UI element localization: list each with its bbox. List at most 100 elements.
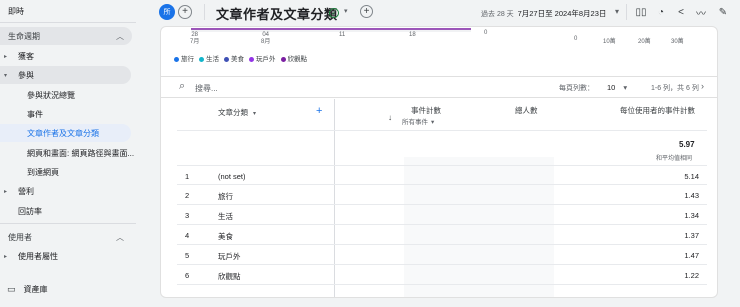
section-label: 生命週期 (8, 31, 40, 41)
legend-dot (199, 56, 204, 62)
customize-report-icon[interactable]: ▯▯ (634, 5, 648, 19)
y-zero-label: 0 (484, 30, 488, 36)
sidebar-section-lifecycle[interactable]: 生命週期 ︿ (0, 27, 132, 45)
table-row[interactable]: 4 美食 1.37 (177, 225, 707, 245)
sidebar-item-author-category[interactable]: 文章作者及文章分類 (0, 124, 131, 142)
sidebar-section-user[interactable]: 使用者 ︿ (0, 228, 132, 246)
legend-dot (249, 56, 254, 62)
bar-axis-tick: 0 (574, 36, 578, 42)
date-range: 7月27日至 2024年8月23日 (517, 9, 607, 18)
dropdown-arrow-icon: ▾ (623, 83, 628, 92)
column-header-events-per-user[interactable]: 每位使用者的事件計數 (620, 105, 695, 116)
table-row[interactable]: 2 旅行 1.43 (177, 185, 707, 205)
sidebar-item-label: 事件 (27, 109, 43, 119)
sidebar-item-label: 網頁和畫面: 網頁路徑與畫面... (27, 148, 135, 158)
divider (161, 97, 717, 98)
column-header-event-count[interactable]: 事件計數 (411, 105, 441, 116)
sidebar-item-library[interactable]: ▭ 資產庫 (0, 279, 136, 299)
row-value: 1.37 (684, 231, 699, 240)
legend-dot (224, 56, 229, 62)
caret-right-icon: ▸ (4, 53, 8, 60)
divider (626, 4, 627, 20)
add-comparison-button[interactable]: + (178, 5, 192, 19)
add-dimension-button[interactable]: + (316, 105, 322, 117)
legend-item[interactable]: 欣觀點 (280, 53, 307, 63)
search-icon[interactable]: ⌕ (179, 80, 185, 93)
sidebar-item-realtime[interactable]: 即時 (0, 2, 132, 20)
sidebar-item-landing-page[interactable]: 到達網頁 (0, 163, 132, 181)
sidebar-item-label: 回訪率 (18, 206, 42, 216)
event-filter-dropdown[interactable]: 所有事件 ▾ (402, 116, 434, 126)
sidebar-item-label: 參與 (18, 70, 34, 80)
rows-per-page-select[interactable]: 10 ▾ (607, 83, 627, 92)
line-chart-remnant (191, 28, 471, 32)
sidebar-item-events[interactable]: 事件 (0, 105, 132, 123)
row-index: 1 (185, 172, 190, 181)
chevron-right-icon[interactable]: › (701, 81, 704, 91)
chart-legend: 旅行 生活 美食 玩戶外 欣觀點 (174, 53, 307, 63)
legend-item[interactable]: 生活 (199, 53, 219, 63)
sidebar-item-label: 使用者屬性 (18, 251, 58, 261)
add-button[interactable]: + (360, 5, 373, 18)
sidebar-item-engagement[interactable]: ▾ 參與 (0, 66, 131, 84)
trend-icon[interactable]: 〰 (694, 5, 708, 20)
table-row[interactable]: 5 玩戶外 1.47 (177, 245, 707, 265)
row-value: 1.34 (684, 211, 699, 220)
bar-axis-tick: 10萬 (603, 39, 616, 45)
table-row[interactable]: 1 (not set) 5.14 (177, 165, 707, 185)
share-icon[interactable]: < (674, 5, 688, 19)
date-dropdown-icon[interactable]: ▾ (615, 7, 619, 16)
sidebar-item-monetization[interactable]: ▸ 營利 (0, 182, 132, 200)
sidebar-item-engagement-overview[interactable]: 參與狀況總覽 (0, 86, 132, 104)
column-header-total-users[interactable]: 總人數 (515, 105, 538, 116)
sidebar-item-retention[interactable]: 回訪率 (0, 202, 132, 220)
row-value: 1.47 (684, 251, 699, 260)
dropdown-arrow-icon[interactable]: ▾ (344, 7, 348, 15)
insights-icon[interactable]: ◔ (654, 5, 668, 19)
divider (177, 130, 707, 131)
date-range-label[interactable]: 過去 28 天 7月27日至 2024年8月23日 (481, 8, 606, 19)
row-value: 1.22 (684, 271, 699, 280)
x-tick-label: 28 7月 (190, 32, 200, 45)
report-card: 28 7月 04 8月 11 18 0 0 10萬 20萬 30萬 旅行 生活 美食… (160, 26, 718, 298)
check-circle-icon[interactable]: ✓ (329, 8, 339, 18)
row-index: 2 (185, 191, 190, 200)
divider (0, 223, 136, 224)
row-value: 1.43 (684, 191, 699, 200)
row-index: 5 (185, 251, 190, 260)
sort-down-arrow-icon[interactable]: ↓ (388, 113, 392, 122)
row-index: 6 (185, 271, 190, 280)
divider (204, 4, 205, 20)
edit-pencil-icon[interactable]: ✎ (716, 5, 730, 19)
row-dimension: 美食 (218, 232, 233, 241)
avatar[interactable]: 所 (159, 4, 175, 20)
total-per-user: 5.97 (679, 140, 695, 149)
row-dimension: 欣觀點 (218, 272, 241, 281)
divider (0, 22, 136, 23)
page-title: 文章作者及文章分類 (216, 7, 338, 22)
legend-dot (174, 56, 179, 62)
table-row[interactable]: 3 生活 1.34 (177, 205, 707, 225)
column-header-dimension[interactable]: 文章分類 ▾ (218, 107, 256, 118)
caret-down-icon: ▾ (4, 72, 8, 79)
row-value: 5.14 (684, 172, 699, 181)
legend-item[interactable]: 旅行 (174, 53, 194, 63)
legend-item[interactable]: 玩戶外 (249, 53, 276, 63)
sidebar-item-pages-screens[interactable]: 網頁和畫面: 網頁路徑與畫面... (0, 144, 135, 162)
row-index: 3 (185, 211, 190, 220)
table-row[interactable]: 6 欣觀點 1.22 (177, 265, 707, 285)
sidebar-item-label: 資產庫 (23, 284, 48, 294)
dropdown-arrow-icon: ▾ (431, 119, 435, 126)
divider (161, 76, 717, 77)
sidebar-item-acquisition[interactable]: ▸ 獲客 (0, 47, 132, 65)
sidebar-item-label: 文章作者及文章分類 (27, 128, 99, 138)
legend-dot (280, 56, 286, 62)
row-index: 4 (185, 231, 190, 240)
sidebar-item-user-attributes[interactable]: ▸ 使用者屬性 (0, 247, 132, 265)
bar-axis-tick: 30萬 (671, 39, 684, 45)
search-input[interactable]: 搜尋... (195, 83, 218, 94)
bar-axis-tick: 20萬 (638, 39, 651, 45)
caret-right-icon: ▸ (4, 188, 8, 195)
legend-item[interactable]: 美食 (224, 53, 244, 63)
row-dimension: 旅行 (218, 192, 233, 201)
